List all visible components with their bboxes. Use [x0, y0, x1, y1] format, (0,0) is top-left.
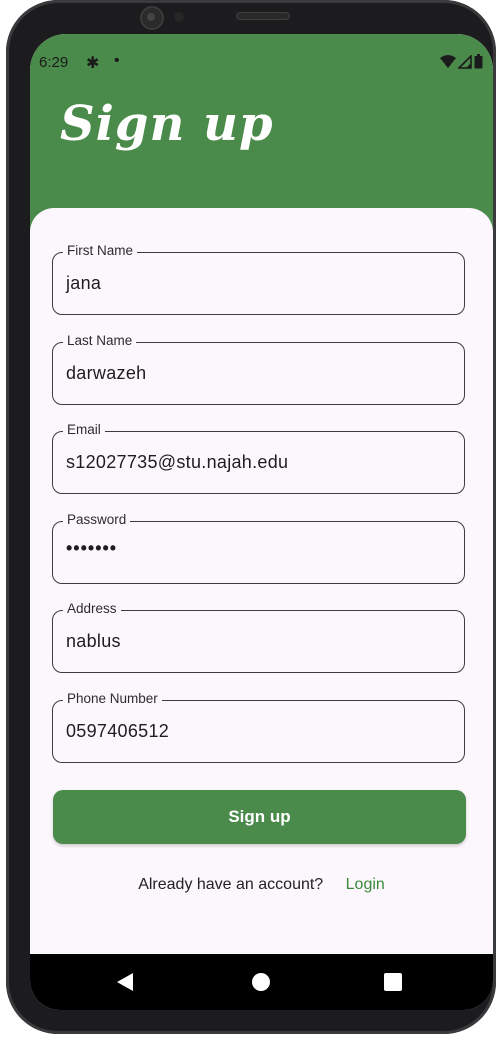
wifi-icon — [440, 54, 456, 68]
first-name-value: jana — [66, 273, 102, 293]
signup-button[interactable]: Sign up — [53, 790, 466, 844]
status-time: 6:29 — [39, 54, 69, 71]
email-field[interactable]: Email s12027735@stu.najah.edu — [52, 422, 465, 494]
phone-number-value: 0597406512 — [66, 721, 170, 741]
password-field[interactable]: Password ••••••• — [52, 512, 465, 584]
status-bar: 6:29 ✱ • — [30, 52, 493, 76]
phone-number-field[interactable]: Phone Number 0597406512 — [52, 691, 465, 763]
status-icons — [440, 54, 483, 69]
password-label: Password — [63, 512, 131, 527]
email-value: s12027735@stu.najah.edu — [66, 452, 289, 472]
login-link[interactable]: Login — [346, 876, 385, 893]
recent-apps-icon[interactable] — [384, 973, 402, 991]
system-nav-bar — [30, 954, 493, 1010]
first-name-label: First Name — [63, 243, 138, 258]
phone-frame: 6:29 ✱ • Sign up First Name jana Last Na… — [6, 0, 496, 1034]
login-prompt-text: Already have an account? — [138, 876, 324, 893]
password-value: ••••••• — [66, 538, 118, 558]
address-label: Address — [63, 601, 121, 616]
last-name-value: darwazeh — [66, 363, 147, 383]
address-value: nablus — [66, 631, 121, 651]
camera-icon — [140, 6, 164, 30]
app-header: 6:29 ✱ • Sign up — [30, 34, 493, 230]
home-icon[interactable] — [252, 973, 270, 991]
login-prompt-row: Already have an account? Login — [30, 876, 493, 894]
last-name-label: Last Name — [63, 333, 137, 348]
last-name-field[interactable]: Last Name darwazeh — [52, 333, 465, 405]
email-label: Email — [63, 422, 105, 437]
gear-icon: ✱ — [86, 55, 100, 72]
signup-form: First Name jana Last Name darwazeh Email… — [30, 208, 493, 968]
screen: 6:29 ✱ • Sign up First Name jana Last Na… — [30, 34, 493, 1010]
phone-number-label: Phone Number — [63, 691, 162, 706]
notification-dot: • — [114, 52, 120, 69]
first-name-field[interactable]: First Name jana — [52, 243, 465, 315]
page-title: Sign up — [60, 96, 274, 152]
sensor — [174, 12, 184, 22]
back-icon[interactable] — [116, 972, 134, 992]
signal-icon — [458, 54, 472, 69]
speaker-grille — [236, 12, 290, 20]
address-field[interactable]: Address nablus — [52, 601, 465, 673]
battery-icon — [474, 54, 483, 69]
